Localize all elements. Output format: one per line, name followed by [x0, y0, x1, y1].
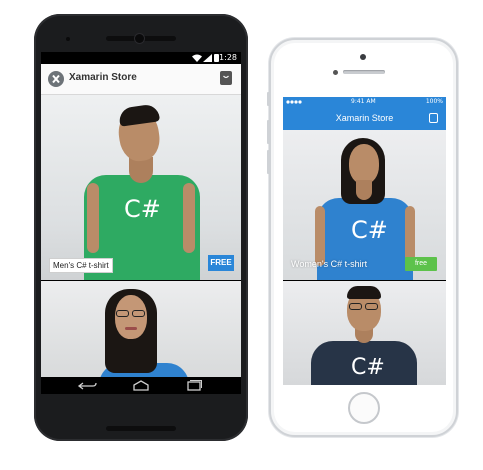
product-card[interactable]: C#	[283, 281, 446, 385]
product-card[interactable]: C# Men's C# t-shirt FREE	[41, 95, 241, 280]
android-nav-bar	[41, 377, 241, 394]
shopping-bag-icon[interactable]	[429, 113, 438, 123]
ios-status-bar: 9:41 AM 100%	[283, 97, 446, 107]
head	[349, 144, 379, 184]
volume-up-button	[267, 120, 270, 144]
shirt-logo-text: C#	[124, 195, 161, 223]
home-icon[interactable]	[128, 379, 154, 392]
back-icon[interactable]	[75, 379, 101, 392]
xamarin-logo-icon	[48, 71, 64, 87]
shirt-logo-text: C#	[351, 355, 385, 380]
lips	[125, 327, 137, 330]
home-button[interactable]	[348, 392, 380, 424]
head	[115, 295, 147, 339]
android-app-bar: Xamarin Store	[41, 64, 241, 95]
recents-icon[interactable]	[181, 379, 207, 392]
status-time: 11:28	[213, 53, 237, 62]
product-name-label: Women's C# t-shirt	[291, 259, 368, 269]
status-time: 9:41 AM	[351, 98, 376, 105]
wifi-icon	[192, 54, 202, 62]
ios-nav-bar: Xamarin Store	[283, 107, 446, 130]
android-screen: 11:28 Xamarin Store C# Men's C# t-shirt …	[41, 52, 241, 394]
earpiece	[343, 70, 385, 74]
signal-icon	[203, 54, 212, 62]
android-phone: 11:28 Xamarin Store C# Men's C# t-shirt …	[34, 14, 248, 441]
product-card[interactable]: C# Women's C# t-shirt free	[283, 130, 446, 280]
neck	[356, 180, 372, 200]
app-title: Xamarin Store	[335, 113, 394, 123]
left-arm	[87, 183, 99, 253]
price-badge[interactable]: FREE	[208, 255, 234, 271]
mute-switch	[267, 92, 270, 106]
iphone-screen: 9:41 AM 100% Xamarin Store C# Women's C#…	[283, 97, 446, 385]
glasses-left	[349, 303, 362, 310]
front-camera	[360, 54, 366, 60]
price-badge[interactable]: free	[405, 257, 437, 271]
left-arm	[315, 206, 325, 266]
front-camera	[135, 34, 144, 43]
iphone: 9:41 AM 100% Xamarin Store C# Women's C#…	[267, 38, 458, 437]
shopping-bag-icon[interactable]	[220, 71, 232, 85]
android-status-bar: 11:28	[41, 52, 241, 64]
shirt-logo-text: C#	[351, 216, 388, 244]
signal-dots-icon	[286, 100, 302, 104]
product-card[interactable]	[41, 281, 241, 377]
hair	[347, 286, 381, 299]
bottom-speaker	[106, 426, 176, 431]
glasses-right	[365, 303, 378, 310]
glasses-left	[116, 310, 129, 317]
glasses-right	[132, 310, 145, 317]
app-title: Xamarin Store	[69, 72, 137, 83]
product-name-label: Men's C# t-shirt	[49, 258, 113, 273]
facetime-camera	[333, 70, 338, 75]
volume-down-button	[267, 150, 270, 174]
proximity-sensor	[66, 37, 70, 41]
right-arm	[183, 183, 195, 253]
battery-level: 100%	[425, 98, 443, 105]
